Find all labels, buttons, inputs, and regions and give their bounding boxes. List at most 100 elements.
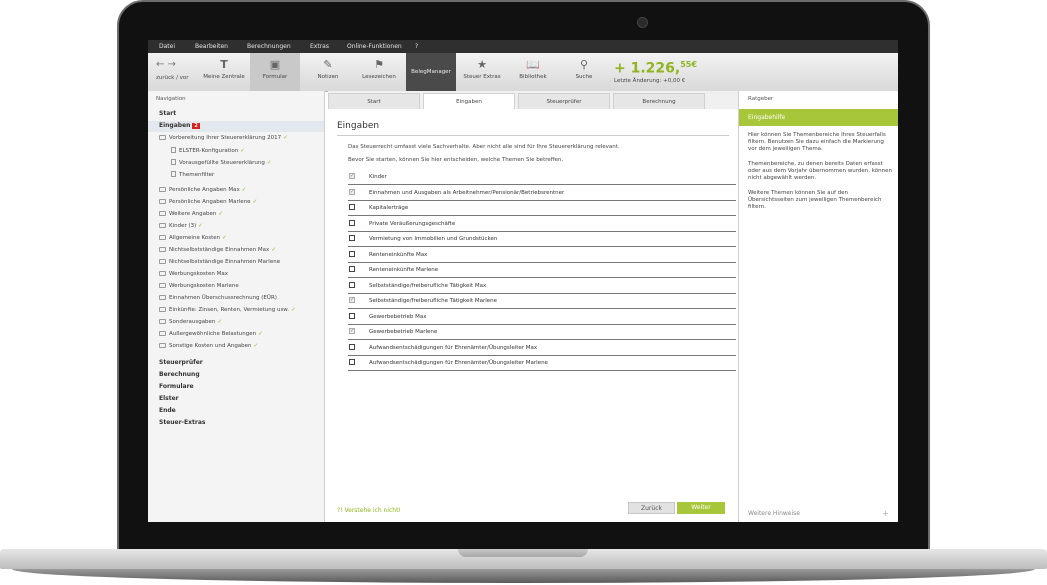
lesezeichen-label: Lesezeichen [362, 74, 396, 80]
navigation-sidebar: Navigation Start Eingaben 2 Vorbereitung … [148, 91, 325, 522]
sidebar-item-vorbereitung[interactable]: Vorbereitung Ihrer Steuererklärung 2017 ✓ [159, 135, 288, 141]
next-button[interactable]: Weiter [677, 502, 725, 514]
menu-help[interactable]: ? [415, 43, 418, 50]
app-screen: Datei Bearbeiten Berechnungen Extras Onl… [148, 40, 898, 522]
topic-checkbox[interactable]: ✓ [349, 188, 355, 195]
checkmark-icon: ✓ [291, 307, 296, 313]
topic-checkbox[interactable] [349, 312, 355, 319]
tab-eingaben[interactable]: Eingaben [423, 93, 515, 110]
tab-berechnung[interactable]: Berechnung [613, 93, 705, 109]
sidebar-item-elster-konfiguration[interactable]: ELSTER-Konfiguration ✓ [171, 147, 245, 154]
sidebar-item-topic[interactable]: Sonderausgaben ✓ [159, 319, 222, 325]
folder-icon [159, 343, 166, 348]
sidebar-item-topic[interactable]: Einkünfte: Zinsen, Renten, Vermietung us… [159, 307, 296, 313]
topic-label: Einnahmen und Ausgaben als Arbeitnehmer/… [369, 189, 565, 196]
topic-row: ✓ Selbstständige/freiberufliche Tätigkeit… [348, 295, 736, 309]
sidebar-item-topic[interactable]: Allgemeine Kosten ✓ [159, 235, 227, 241]
sidebar-item-topic[interactable]: Weitere Angaben ✓ [159, 211, 223, 217]
sidebar-item-topic[interactable]: Persönliche Angaben Max ✓ [159, 187, 246, 193]
meine-zentrale-button[interactable]: T Meine Zentrale [198, 53, 250, 91]
sidebar-item-topic[interactable]: Nichtselbstständige Einnahmen Marlene [159, 259, 280, 265]
help-text: Themenbereiche, zu denen bereits Daten e… [748, 161, 892, 181]
topic-checkbox[interactable] [349, 343, 355, 350]
sidebar-item-steuerpruefer[interactable]: Steuerprüfer [159, 359, 203, 366]
folder-icon [159, 187, 166, 192]
checkmark-icon: ✓ [198, 223, 203, 229]
expand-icon[interactable]: + [882, 509, 889, 518]
bibliothek-button[interactable]: 📖 Bibliothek [508, 53, 558, 91]
topic-checkbox[interactable]: ✓ [349, 328, 355, 334]
topic-row: Gewerbebetrieb Max [348, 311, 736, 325]
intro-text: Bevor Sie starten, können Sie hier entsc… [348, 157, 564, 163]
sidebar-item-label: Vorausgefüllte Steuererklärung [179, 160, 265, 166]
topic-checkbox[interactable]: ✓ [349, 297, 355, 303]
weitere-hinweise[interactable]: Weitere Hinweise [748, 510, 800, 517]
menu-extras[interactable]: Extras [310, 43, 329, 50]
topic-label: Gewerbebetrieb Max [369, 313, 427, 320]
notizen-button[interactable]: ✎ Notizen [303, 53, 353, 91]
formular-button[interactable]: ▣ Formular [250, 53, 300, 91]
topic-checkbox[interactable] [349, 266, 355, 272]
sidebar-item-topic[interactable]: Werbungskosten Marlene [159, 283, 239, 289]
balance-value: + 1.226, [614, 60, 681, 77]
eingabehilfe-bar[interactable]: Eingabehilfe [739, 109, 898, 126]
tab-start[interactable]: Start [328, 93, 420, 109]
sidebar-item-topic[interactable]: Einnahmen Überschussrechnung (EÜR) [159, 295, 277, 301]
sidebar-item-vorausgefuellte[interactable]: Vorausgefüllte Steuererklärung ✓ [171, 159, 271, 166]
folder-icon [159, 283, 166, 288]
sidebar-item-berechnung[interactable]: Berechnung [159, 371, 200, 378]
steuer-extras-button[interactable]: ★ Steuer Extras [456, 53, 508, 91]
sidebar-item-ende[interactable]: Ende [159, 407, 176, 414]
menu-datei[interactable]: Datei [159, 43, 175, 50]
belegmanager-button[interactable]: BelegManager [406, 53, 456, 91]
topic-checkbox[interactable] [349, 204, 355, 210]
sidebar-item-topic[interactable]: Nichtselbstständige Einnahmen Max ✓ [159, 247, 276, 253]
sidebar-item-label: Allgemeine Kosten [169, 235, 221, 241]
back-button[interactable]: Zurück [628, 502, 675, 514]
topic-row: Aufwandsentschädigungen für Ehrenämter/Ü… [348, 357, 736, 371]
checkmark-icon: ✓ [266, 160, 272, 166]
topic-checkbox[interactable]: ✓ [349, 173, 355, 179]
sidebar-item-topic[interactable]: Werbungskosten Max [159, 271, 228, 277]
sidebar-item-formulare[interactable]: Formulare [159, 383, 194, 390]
menu-bearbeiten[interactable]: Bearbeiten [195, 43, 228, 50]
topic-label: Selbstständige/freiberufliche Tätigkeit … [369, 282, 487, 289]
sidebar-item-topic[interactable]: Außergewöhnliche Belastungen ✓ [159, 331, 263, 337]
main-content: Eingaben Das Steuerrecht umfasst viele S… [328, 109, 738, 522]
sidebar-item-label: Werbungskosten Marlene [169, 283, 239, 289]
laptop-base [0, 549, 1047, 585]
back-forward-arrows[interactable]: ← → [156, 59, 176, 70]
menu-online-funktionen[interactable]: Online-Funktionen [347, 43, 402, 50]
sidebar-item-themenfilter[interactable]: Themenfilter [171, 171, 214, 178]
topic-row: Private Veräußerungsgeschäfte [348, 218, 736, 232]
sidebar-item-steuer-extras[interactable]: Steuer-Extras [159, 419, 205, 426]
folder-icon [159, 223, 166, 228]
checkmark-icon: ✓ [217, 319, 223, 325]
topic-checkbox[interactable] [349, 250, 355, 257]
help-link[interactable]: ?! Verstehe ich nicht! [337, 507, 401, 514]
sidebar-item-topic[interactable]: Persönliche Angaben Marlene ✓ [159, 199, 257, 205]
topic-checkbox[interactable] [349, 219, 355, 226]
topic-label: Renteneinkünfte Marlene [369, 267, 439, 273]
bibliothek-label: Bibliothek [519, 74, 547, 80]
folder-open-icon [159, 135, 166, 140]
sidebar-item-topic[interactable]: Sonstige Kosten und Angaben ✓ [159, 343, 258, 349]
tab-steuerpruefer[interactable]: Steuerprüfer [518, 93, 610, 109]
balance-cents: 55€ [680, 60, 697, 69]
sidebar-item-label: Einnahmen Überschussrechnung (EÜR) [169, 295, 277, 301]
sidebar-item-topic[interactable]: Kinder (3) ✓ [159, 223, 203, 229]
sidebar-item-eingaben[interactable]: Eingaben 2 [159, 122, 200, 129]
checkmark-icon: ✓ [258, 331, 263, 337]
topic-checkbox[interactable] [349, 281, 355, 288]
sidebar-item-label: Kinder (3) [169, 223, 197, 229]
topic-checkbox[interactable] [349, 359, 355, 365]
lesezeichen-button[interactable]: ⚑ Lesezeichen [354, 53, 404, 91]
sidebar-item-label: Persönliche Angaben Marlene [169, 199, 251, 205]
sidebar-item-elster[interactable]: Elster [159, 395, 179, 402]
sidebar-item-label: Einkünfte: Zinsen, Renten, Vermietung us… [169, 307, 290, 313]
topic-label: Aufwandsentschädigungen für Ehrenämter/Ü… [369, 360, 548, 366]
sidebar-item-start[interactable]: Start [159, 110, 176, 117]
menu-berechnungen[interactable]: Berechnungen [247, 43, 291, 50]
suche-button[interactable]: ⚲ Suche [559, 53, 609, 91]
topic-checkbox[interactable] [349, 235, 355, 241]
